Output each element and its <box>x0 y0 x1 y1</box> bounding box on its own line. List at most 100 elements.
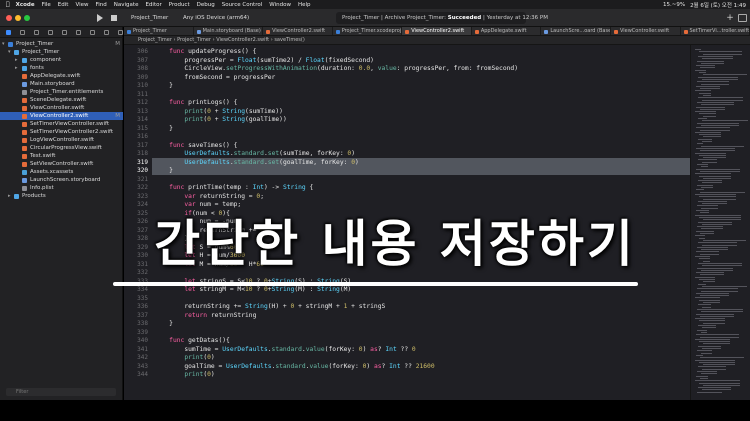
code-line[interactable]: progressPer = Float(sumTime2) / Float(fi… <box>154 57 374 64</box>
code-line[interactable]: } <box>154 167 173 174</box>
code-line[interactable]: UserDefaults.standard.set(sumTime, forKe… <box>154 150 355 157</box>
chevron-down-icon[interactable]: ▾ <box>8 48 11 56</box>
code-line[interactable]: func printLogs() { <box>154 99 237 106</box>
code-line[interactable]: func getDatas(){ <box>154 337 230 344</box>
jump-bar-segment[interactable]: Project_Timer <box>138 37 172 43</box>
apple-icon[interactable]:  <box>6 1 10 8</box>
code-line[interactable]: fromSecond = progressPer <box>154 74 275 81</box>
file-item[interactable]: ViewController.swift <box>0 104 123 112</box>
menu-item-window[interactable]: Window <box>269 2 291 8</box>
code-line[interactable]: } <box>154 125 173 132</box>
chevron-right-icon[interactable]: ▸ <box>15 64 18 72</box>
menu-item-help[interactable]: Help <box>298 2 311 8</box>
file-item[interactable]: ▸ fonts <box>0 64 123 72</box>
menu-item-navigate[interactable]: Navigate <box>114 2 139 8</box>
battery-status[interactable]: 15.~9% <box>663 2 685 8</box>
editor-tab[interactable]: ViewController2.swift <box>263 27 333 35</box>
jump-bar-segment[interactable]: Project_Timer <box>177 37 211 43</box>
symbol-navigator-icon[interactable] <box>34 29 39 35</box>
editor-tab[interactable]: LaunchScre...oard (Base) <box>541 27 611 35</box>
file-item[interactable]: ▸ component <box>0 56 123 64</box>
editor-tab[interactable]: AppDelegate.swift <box>472 27 542 35</box>
close-window-icon[interactable] <box>6 15 12 21</box>
code-line[interactable]: print(0 + String(goalTime)) <box>154 116 286 123</box>
filter-input[interactable]: Filter <box>6 388 116 396</box>
jump-bar[interactable]: Project_Timer › Project_Timer › ViewCont… <box>124 36 750 45</box>
file-item[interactable]: SetTimerViewController2.swift <box>0 128 123 136</box>
menu-item-source-control[interactable]: Source Control <box>222 2 263 8</box>
minimize-window-icon[interactable] <box>15 15 21 21</box>
clock[interactable]: 2월 6일 (토) 오전 1:49 <box>690 1 746 9</box>
file-item[interactable]: CircularProgressView.swift <box>0 144 123 152</box>
test-navigator-icon[interactable] <box>76 29 81 35</box>
code-line[interactable]: UserDefaults.standard.set(goalTime, forK… <box>154 159 358 166</box>
jump-bar-segment[interactable]: ViewController2.swift <box>216 37 269 43</box>
issue-navigator-icon[interactable] <box>62 29 67 35</box>
run-button[interactable] <box>95 13 105 23</box>
code-line[interactable]: CircleView.setProgressWithAnimation(dura… <box>154 65 518 72</box>
minimap-line <box>696 147 735 149</box>
stop-button[interactable] <box>111 15 117 21</box>
code-line[interactable]: } <box>154 82 173 89</box>
line-number: 338 <box>137 320 148 327</box>
menu-item-editor[interactable]: Editor <box>145 2 161 8</box>
source-control-icon[interactable] <box>20 29 25 35</box>
minimap-line <box>697 164 708 165</box>
file-item[interactable]: AppDelegate.swift <box>0 72 123 80</box>
file-item[interactable]: SceneDelegate.swift <box>0 96 123 104</box>
menu-item-edit[interactable]: Edit <box>58 2 69 8</box>
file-item[interactable]: LogViewController.swift <box>0 136 123 144</box>
breakpoint-navigator-icon[interactable] <box>104 29 109 35</box>
file-item[interactable]: Project_Timer.entitlements <box>0 88 123 96</box>
file-item[interactable]: Assets.xcassets <box>0 168 123 176</box>
menu-item-view[interactable]: View <box>75 2 88 8</box>
inspector-toggle-icon[interactable] <box>738 14 747 22</box>
editor-tab-label: SetTimerVi...troller.swift <box>689 28 750 34</box>
device-selector[interactable]: Any iOS Device (arm64) <box>180 13 252 23</box>
code-line[interactable]: func saveTimes() { <box>154 142 237 149</box>
menu-item-debug[interactable]: Debug <box>197 2 215 8</box>
report-navigator-icon[interactable] <box>118 29 123 35</box>
chevron-right-icon[interactable]: ▸ <box>15 56 18 64</box>
tree-items: ▸ component ▸ fonts AppDelegate.swift Main.st… <box>0 56 123 192</box>
editor-tab[interactable]: ViewController.swift <box>611 27 681 35</box>
file-item[interactable]: SetTimerViewController.swift <box>0 120 123 128</box>
menu-item-product[interactable]: Product <box>169 2 190 8</box>
code-line[interactable]: func printTime(temp : Int) -> String { <box>154 184 313 191</box>
file-item[interactable]: ViewController2.swift M <box>0 112 123 120</box>
debug-navigator-icon[interactable] <box>90 29 95 35</box>
editor-tab[interactable]: Main.storyboard (Base) <box>194 27 264 35</box>
code-line[interactable]: return returnString <box>154 312 256 319</box>
code-line[interactable]: print(0) <box>154 371 214 378</box>
editor-tab[interactable]: SetTimerVi...troller.swift <box>681 27 750 35</box>
file-item[interactable]: Main.storyboard <box>0 80 123 88</box>
menu-item-find[interactable]: Find <box>96 2 107 8</box>
jump-bar-segment[interactable]: saveTimes() <box>274 37 304 43</box>
code-line[interactable]: sumTime = UserDefaults.standard.value(fo… <box>154 346 415 353</box>
tree-group[interactable]: ▾ Project_Timer <box>0 48 123 56</box>
editor-tab[interactable]: ViewController2.swift <box>402 27 472 35</box>
file-item[interactable]: SetViewController.swift <box>0 160 123 168</box>
find-navigator-icon[interactable] <box>48 29 53 35</box>
minimap-line <box>695 131 721 133</box>
scheme-selector[interactable]: Project_Timer <box>128 13 171 23</box>
minimap-line <box>698 325 716 326</box>
chevron-down-icon[interactable]: ▾ <box>2 40 5 48</box>
code-line[interactable]: print(0) <box>154 354 214 361</box>
code-line[interactable]: print(0 + String(sumTime)) <box>154 108 283 115</box>
editor-tab[interactable]: Project_Timer.xcodeproj <box>333 27 403 35</box>
tree-root[interactable]: ▾ Project_Timer M <box>0 40 123 48</box>
editor-tab[interactable]: Project_Timer <box>124 27 194 35</box>
zoom-window-icon[interactable] <box>24 15 30 21</box>
menu-item-xcode[interactable]: Xcode <box>16 2 35 8</box>
code-line[interactable]: } <box>154 320 173 327</box>
file-item[interactable]: Test.swift <box>0 152 123 160</box>
minimap-line <box>696 168 740 170</box>
code-line[interactable]: func updateProgress() { <box>154 48 256 55</box>
menu-item-file[interactable]: File <box>42 2 51 8</box>
file-item[interactable]: LaunchScreen.storyboard <box>0 176 123 184</box>
code-line[interactable]: goalTime = UserDefaults.standard.value(f… <box>154 363 434 370</box>
project-navigator-icon[interactable] <box>6 29 11 35</box>
file-item[interactable]: Info.plist <box>0 184 123 192</box>
add-icon[interactable]: + <box>725 12 735 24</box>
